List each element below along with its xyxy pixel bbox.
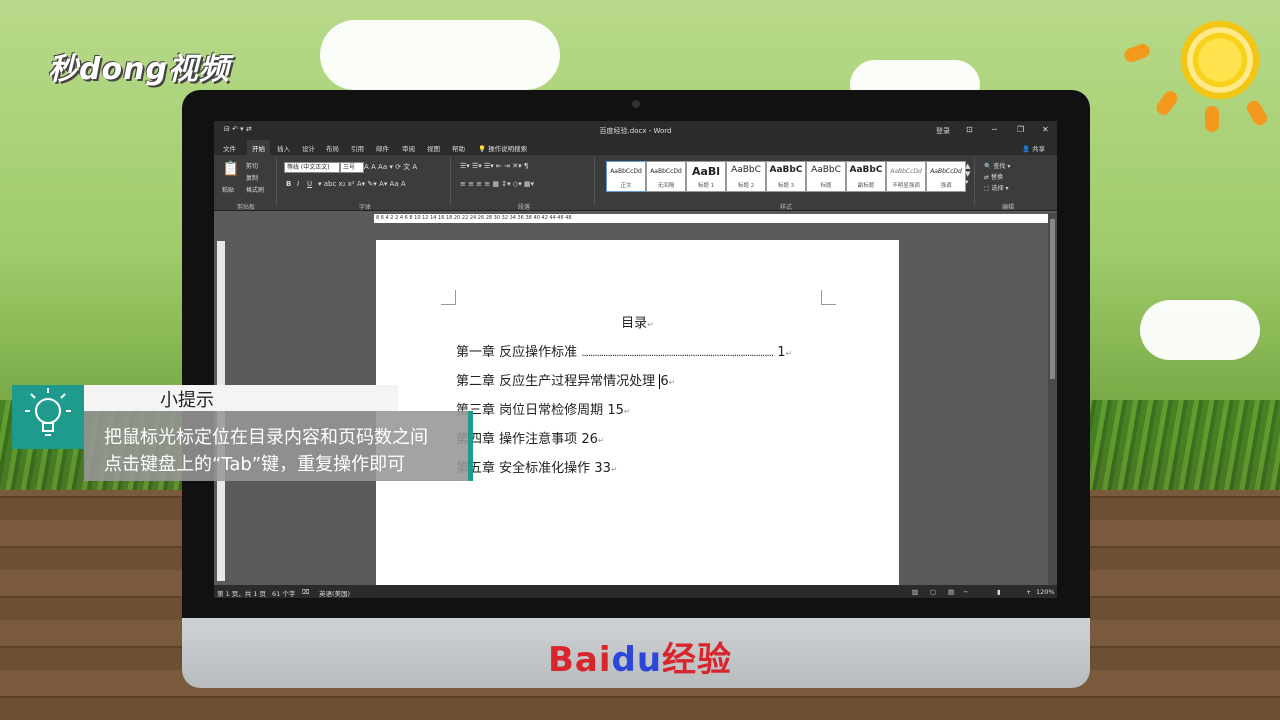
sun-ray [1153, 88, 1181, 118]
paste-icon[interactable]: 📋 [222, 161, 239, 177]
web-layout-icon[interactable]: ▤ [948, 588, 954, 596]
tip-header [84, 385, 398, 411]
tip-accent-bar [468, 411, 473, 481]
toc-entry-4[interactable]: 第四章 操作注意事项 26↵ [456, 428, 605, 447]
proofing-icon[interactable]: ⌧ [302, 588, 310, 596]
page-text-layer: 目录↵ [376, 0, 899, 720]
tip-line-1: 把鼠标光标定位在目录内容和页码数之间 [104, 427, 428, 448]
tab-layout[interactable]: 布局 [326, 143, 339, 153]
language-status[interactable]: 英语(美国) [319, 588, 350, 598]
paste-button[interactable]: 粘贴 [222, 185, 234, 194]
toc-entry-2[interactable]: 第二章 反应生产过程异常情况处理 6↵ [456, 370, 675, 389]
cut-button[interactable]: 剪切 [246, 161, 258, 170]
ribbon-display-icon[interactable]: ⊡ [966, 125, 973, 134]
bold-button[interactable]: B [286, 180, 291, 188]
minimize-button[interactable]: ─ [992, 125, 997, 134]
replace-button[interactable]: ⇄ 替换 [984, 172, 1003, 181]
tab-insert[interactable]: 插入 [277, 143, 290, 153]
tab-design[interactable]: 设计 [302, 143, 315, 153]
maximize-button[interactable]: ❐ [1017, 125, 1024, 134]
clipboard-group: 📋 粘贴 剪切 复制 格式刷 剪贴板 [216, 157, 277, 211]
toc-entry-1[interactable]: 第一章 反应操作标准 .............................… [456, 341, 792, 360]
italic-button[interactable]: I [297, 180, 299, 188]
editing-label: 编辑 [1001, 204, 1014, 211]
ruler-corner [214, 214, 374, 223]
word-count[interactable]: 61 个字 [272, 588, 295, 598]
tab-references[interactable]: 引用 [351, 143, 364, 153]
font-size-select[interactable]: 三号 [340, 162, 364, 173]
page-count[interactable]: 第 1 页，共 1 页 [217, 588, 266, 598]
tab-file[interactable]: 文件 [223, 143, 236, 153]
zoom-level[interactable]: 120% [1036, 588, 1055, 596]
toc-entry-3[interactable]: 第三章 岗位日常检修周期 15↵ [456, 399, 631, 418]
editing-group: 🔍 查找 ▾ ⇄ 替换 ⬚ 选择 ▾ 编辑 [978, 157, 1038, 211]
toc-title[interactable]: 目录↵ [376, 312, 899, 331]
lightbulb-icon [12, 385, 84, 449]
style-emphasis[interactable]: AaBbCcDd 强调 [926, 161, 966, 192]
print-layout-icon[interactable]: ▢ [930, 588, 936, 596]
sun-ray [1122, 41, 1152, 65]
read-mode-icon[interactable]: ▥ [912, 588, 918, 596]
select-button[interactable]: ⬚ 选择 ▾ [984, 183, 1009, 192]
zoom-slider[interactable]: ▮ [997, 588, 1001, 596]
styles-scroll-icon[interactable]: ▲ ▼ ▾ [965, 162, 970, 186]
zoom-out-button[interactable]: − [963, 588, 968, 596]
copy-button[interactable]: 复制 [246, 173, 258, 182]
tab-home[interactable]: 开始 [247, 140, 270, 156]
login-link[interactable]: 登录 [936, 126, 950, 136]
underline-button[interactable]: U [307, 180, 312, 188]
format-painter-button[interactable]: 格式刷 [246, 185, 264, 194]
toc-entry-5[interactable]: 第五章 安全标准化操作 33↵ [456, 457, 618, 476]
find-button[interactable]: 🔍 查找 ▾ [984, 161, 1010, 170]
font-name-select[interactable]: 等线 (中文正文) [284, 162, 340, 173]
sun-icon [1170, 10, 1270, 110]
share-button[interactable]: 👤 共享 [1022, 143, 1045, 153]
scrollbar-thumb[interactable] [1050, 219, 1055, 379]
watermark-logo: 秒dong视频 [48, 52, 230, 87]
tip-title: 小提示 [160, 390, 214, 411]
clipboard-label: 剪贴板 [236, 204, 255, 211]
close-button[interactable]: ✕ [1042, 125, 1049, 134]
zoom-in-button[interactable]: + [1026, 588, 1031, 596]
sun-ray [1244, 98, 1270, 128]
tip-line-2: 点击键盘上的“Tab”键，重复操作即可 [104, 454, 406, 475]
sun-ray [1205, 106, 1219, 132]
cloud [1140, 300, 1260, 360]
